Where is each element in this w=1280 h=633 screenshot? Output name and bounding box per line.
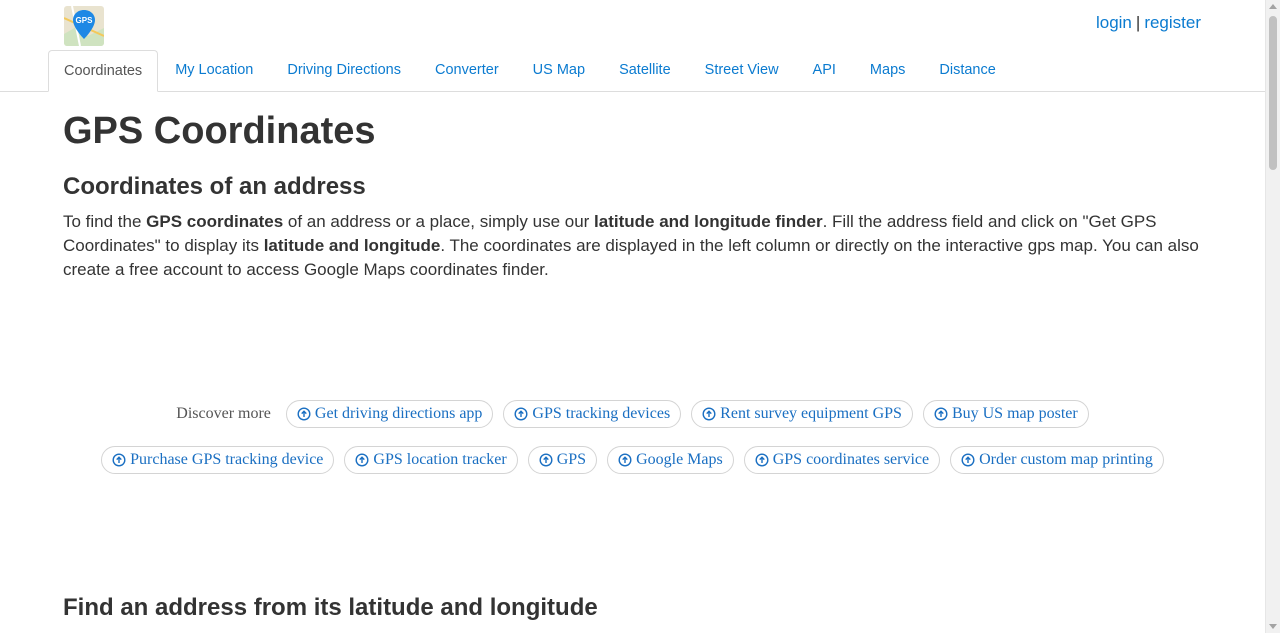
site-logo[interactable]: GPS	[64, 6, 104, 46]
intro-paragraph: To find the GPS coordinates of an addres…	[63, 210, 1203, 282]
tab-us-map[interactable]: US Map	[518, 50, 600, 91]
page-scrollbar[interactable]	[1265, 0, 1280, 633]
auth-separator: |	[1135, 13, 1141, 32]
arrow-circle-icon	[934, 407, 948, 421]
arrow-circle-icon	[961, 453, 975, 467]
scroll-up-icon[interactable]	[1269, 4, 1277, 9]
arrow-circle-icon	[618, 453, 632, 467]
map-pin-icon: GPS	[64, 6, 104, 46]
intro-text: To find the	[63, 212, 147, 231]
section-title-reverse-geocode: Find an address from its latitude and lo…	[63, 594, 598, 621]
discover-pill-label: Purchase GPS tracking device	[130, 451, 324, 468]
tab-coordinates[interactable]: Coordinates	[48, 50, 159, 92]
main-tabs: Coordinates My Location Driving Directio…	[0, 50, 1265, 92]
discover-more-label: Discover more	[176, 405, 271, 422]
discover-pill[interactable]: Google Maps	[607, 446, 734, 474]
auth-links: login | register	[1096, 13, 1201, 33]
intro-text: of an address or a place, simply use our	[283, 212, 595, 231]
arrow-circle-icon	[112, 453, 126, 467]
discover-more: Discover more Get driving directions app…	[70, 400, 1195, 474]
discover-pill-label: GPS	[556, 451, 587, 468]
arrow-circle-icon	[755, 453, 769, 467]
page-title: GPS Coordinates	[63, 110, 376, 152]
section-title-coordinates: Coordinates of an address	[63, 173, 366, 200]
tab-my-location[interactable]: My Location	[160, 50, 268, 91]
discover-pill[interactable]: GPS location tracker	[344, 446, 518, 474]
login-link[interactable]: login	[1096, 13, 1132, 32]
tab-converter[interactable]: Converter	[420, 50, 514, 91]
register-link[interactable]: register	[1144, 13, 1201, 32]
discover-pill[interactable]: Buy US map poster	[922, 400, 1089, 428]
arrow-circle-icon	[539, 453, 553, 467]
tab-satellite[interactable]: Satellite	[604, 50, 686, 91]
intro-bold-gps-coordinates: GPS coordinates	[146, 212, 284, 231]
tab-maps[interactable]: Maps	[855, 50, 920, 91]
arrow-circle-icon	[355, 453, 369, 467]
svg-text:GPS: GPS	[76, 16, 94, 25]
discover-pill[interactable]: Rent survey equipment GPS	[691, 400, 913, 428]
tab-api[interactable]: API	[798, 50, 851, 91]
discover-pill-label: Order custom map printing	[979, 451, 1153, 468]
discover-pill[interactable]: GPS tracking devices	[503, 400, 682, 428]
discover-pill[interactable]: Purchase GPS tracking device	[101, 446, 335, 474]
scroll-down-icon[interactable]	[1269, 624, 1277, 629]
tab-street-view[interactable]: Street View	[690, 50, 794, 91]
discover-pill-label: GPS location tracker	[373, 451, 507, 468]
arrow-circle-icon	[514, 407, 528, 421]
tab-driving-directions[interactable]: Driving Directions	[272, 50, 416, 91]
discover-pill-label: GPS tracking devices	[532, 405, 671, 422]
tab-distance[interactable]: Distance	[924, 50, 1010, 91]
scrollbar-thumb[interactable]	[1269, 16, 1277, 170]
arrow-circle-icon	[297, 407, 311, 421]
discover-pill-label: Buy US map poster	[951, 405, 1078, 422]
discover-pill-label: GPS coordinates service	[772, 451, 930, 468]
discover-pill[interactable]: GPS coordinates service	[743, 446, 941, 474]
discover-pill[interactable]: Order custom map printing	[950, 446, 1164, 474]
discover-pill[interactable]: Get driving directions app	[285, 400, 494, 428]
intro-bold-finder: latitude and longitude finder	[594, 212, 823, 231]
intro-bold-lat-long: latitude and longitude	[263, 236, 441, 255]
discover-pill[interactable]: GPS	[527, 446, 598, 474]
discover-pill-label: Rent survey equipment GPS	[720, 405, 902, 422]
discover-pill-label: Get driving directions app	[314, 405, 483, 422]
discover-pill-label: Google Maps	[636, 451, 723, 468]
arrow-circle-icon	[702, 407, 716, 421]
